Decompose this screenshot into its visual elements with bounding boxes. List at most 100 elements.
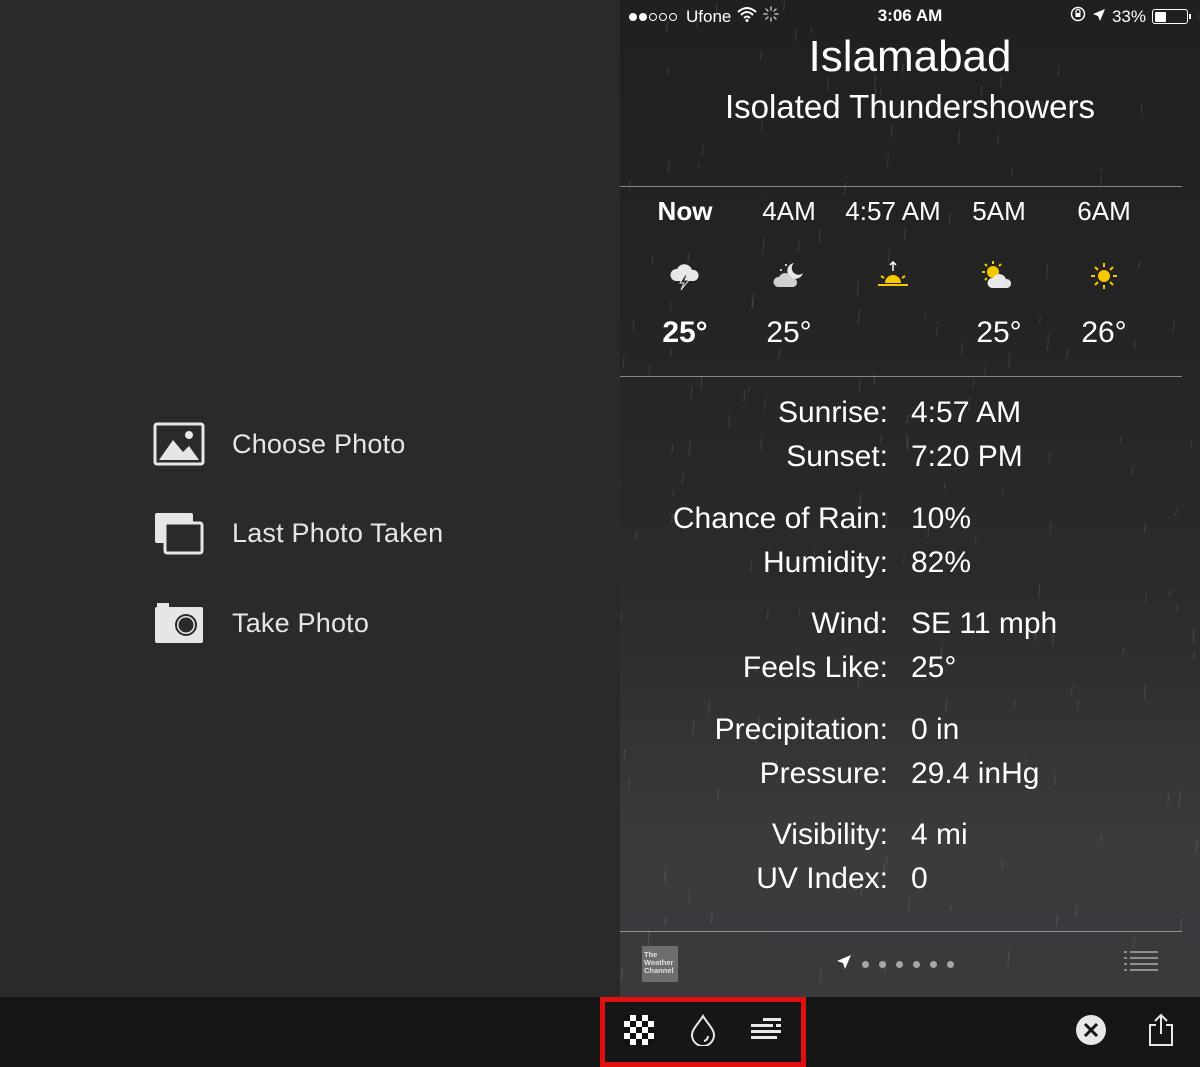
detail-label: UV Index:	[756, 862, 888, 895]
detail-label: Precipitation:	[714, 713, 888, 746]
rain-streak	[672, 489, 675, 497]
rain-streak	[943, 482, 946, 491]
hour-temp: 25°	[976, 316, 1022, 349]
bottom-divider	[620, 931, 1182, 932]
choose-photo-button[interactable]: Choose Photo	[152, 421, 406, 467]
rain-streak	[974, 534, 977, 542]
rain-streak	[1100, 834, 1103, 843]
rain-streak	[708, 699, 711, 714]
page-dot	[930, 961, 937, 968]
rain-streak	[972, 380, 975, 388]
rain-streak	[628, 778, 631, 789]
page-dot	[913, 961, 920, 968]
choose-photo-label: Choose Photo	[232, 428, 406, 459]
text-format-button[interactable]	[746, 1012, 786, 1052]
take-photo-label: Take Photo	[232, 607, 370, 638]
rain-streak	[945, 698, 948, 712]
rain-streak	[1001, 860, 1004, 870]
location-arrow-icon	[836, 954, 852, 975]
battery-percent: 33%	[1111, 6, 1146, 26]
weather-condition: Isolated Thundershowers	[725, 88, 1095, 125]
last-photo-taken-label: Last Photo Taken	[232, 517, 444, 548]
rain-streak	[1075, 905, 1078, 918]
page-dot	[879, 961, 886, 968]
sun-icon	[1049, 236, 1159, 316]
rain-streak	[760, 438, 763, 450]
color-button[interactable]	[683, 1012, 723, 1052]
rain-streak	[1176, 603, 1179, 613]
hourly-forecast: Now 25° 4AM 25° 4:57 AM 5AM 25° 6AM 26°	[620, 196, 1200, 366]
hour-6am: 6AM 26°	[1049, 196, 1159, 356]
rain-streak	[1175, 509, 1178, 516]
rain-streak	[1180, 917, 1183, 933]
detail-value: 10%	[911, 502, 972, 535]
rain-streak	[906, 415, 909, 424]
camera-icon	[152, 600, 206, 646]
rain-streak	[664, 870, 667, 883]
take-photo-button[interactable]: Take Photo	[152, 600, 369, 646]
rain-streak	[1100, 166, 1103, 174]
hour-time: 6AM	[1077, 196, 1131, 226]
transparency-button[interactable]	[619, 1012, 659, 1052]
rain-overlay	[620, 0, 1200, 982]
rain-streak	[1192, 628, 1195, 644]
rain-streak	[1013, 700, 1016, 707]
rain-streak	[984, 366, 987, 376]
detail-label: Humidity:	[762, 546, 888, 579]
rain-streak	[728, 415, 731, 427]
close-button[interactable]	[1071, 1012, 1111, 1052]
text-align-icon	[751, 1017, 781, 1047]
rain-streak	[1143, 683, 1146, 699]
detail-label: Visibility:	[771, 818, 888, 851]
hour-4am: 4AM 25°	[734, 196, 844, 356]
rain-streak	[1167, 794, 1170, 805]
page-dot	[947, 961, 954, 968]
rain-streak	[747, 386, 750, 393]
rain-streak	[1001, 486, 1004, 494]
hour-time: Now	[657, 196, 713, 226]
rain-streak	[1076, 700, 1079, 710]
rain-streak	[648, 365, 651, 377]
detail-label: Feels Like:	[742, 651, 888, 684]
detail-value: 4:57 AM	[911, 396, 1022, 429]
partly-cloudy-night-icon	[734, 236, 844, 316]
detail-label: Chance of Rain:	[672, 502, 888, 535]
rain-streak	[688, 439, 691, 456]
rain-streak	[620, 613, 623, 621]
rain-streak	[1192, 652, 1195, 660]
hour-temp: 25°	[766, 316, 812, 349]
detail-value: 0	[911, 862, 928, 895]
share-button[interactable]	[1141, 1012, 1181, 1052]
last-photo-taken-button[interactable]: Last Photo Taken	[152, 510, 443, 556]
rotation-lock-icon	[1070, 6, 1086, 27]
battery-icon	[1152, 9, 1191, 24]
sunrise-icon	[838, 236, 948, 316]
editor-toolbar	[0, 997, 1200, 1067]
rain-streak	[949, 904, 952, 911]
detail-label: Wind:	[811, 607, 888, 640]
city-name: Islamabad	[808, 32, 1012, 81]
rain-streak	[763, 397, 766, 410]
water-drop-icon	[689, 1013, 717, 1051]
middle-divider	[620, 376, 1182, 377]
rain-streak	[743, 389, 746, 403]
rain-streak	[749, 559, 752, 573]
hour-sunrise: 4:57 AM	[838, 196, 948, 356]
rain-streak	[1055, 915, 1058, 926]
rain-streak	[667, 161, 670, 173]
checkerboard-icon	[624, 1014, 654, 1050]
rain-streak	[907, 897, 910, 911]
rain-streak	[1178, 790, 1181, 807]
rain-streak	[692, 721, 695, 736]
detail-value: 4 mi	[911, 818, 968, 851]
rain-streak	[1011, 166, 1014, 175]
share-icon	[1148, 1013, 1174, 1052]
rain-streak	[1122, 647, 1125, 655]
hour-temp: 25°	[662, 316, 708, 349]
rain-streak	[886, 154, 889, 166]
weather-footer: The Weather Channel	[620, 942, 1200, 990]
rain-streak	[906, 438, 909, 451]
rain-streak	[798, 609, 801, 617]
detail-value: 7:20 PM	[911, 440, 1023, 473]
rain-streak	[1195, 839, 1198, 854]
